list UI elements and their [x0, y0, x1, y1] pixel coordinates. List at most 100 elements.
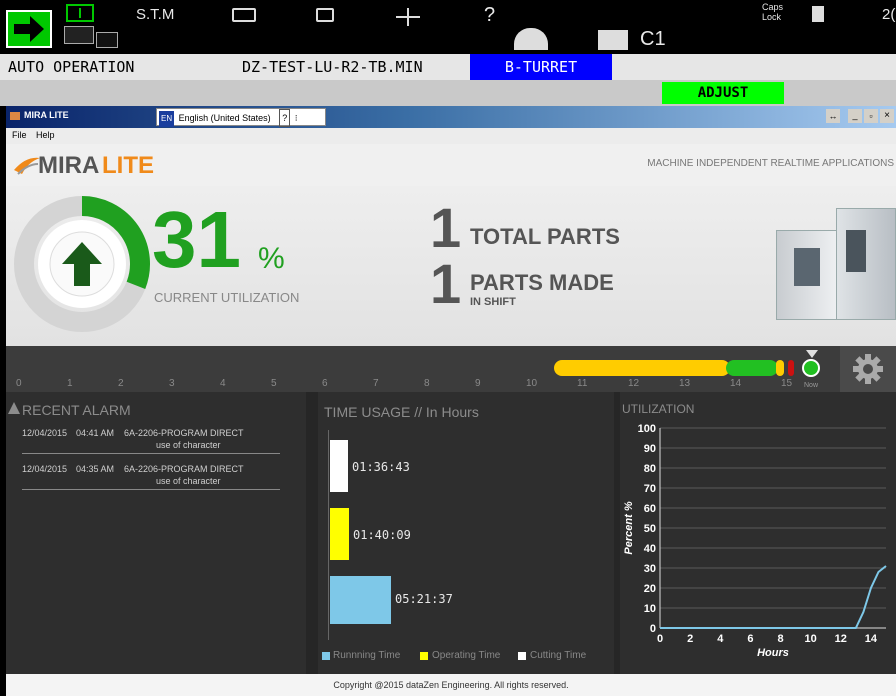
alarm-code: 6A-2206-PROGRAM DIRECT — [124, 428, 244, 438]
adjust-badge[interactable]: ADJUST — [662, 82, 784, 104]
footer: Copyright @2015 dataZen Engineering. All… — [6, 674, 896, 696]
y-tick-label: 10 — [644, 603, 656, 615]
language-name: English (United States) — [178, 113, 271, 123]
x-tick-label: 4 — [717, 633, 724, 645]
y-tick-label: 0 — [650, 623, 656, 635]
coolant-icon — [96, 32, 118, 48]
alarm-title: RECENT ALARM — [22, 402, 131, 418]
y-tick-label: 40 — [644, 543, 656, 555]
y-tick-label: 100 — [638, 423, 656, 435]
y-tick-label: 60 — [644, 503, 656, 515]
time-usage-bar — [330, 440, 348, 492]
language-code-icon: EN — [159, 111, 175, 127]
timeline-tick: 2 — [118, 378, 124, 389]
time-usage-value: 05:21:37 — [395, 592, 453, 606]
app-title-bar: MIRA LITE EN English (United States) ? ⁝… — [6, 106, 896, 128]
legend-cutting-label: Cutting Time — [530, 650, 587, 661]
help-icon[interactable]: ? — [279, 109, 291, 127]
time-usage-axis — [328, 430, 329, 640]
timeline-tick: 10 — [526, 378, 538, 389]
timeline-tick: 5 — [271, 378, 277, 389]
time-usage-panel: TIME USAGE // In Hours 01:36:43 01:40:09 0… — [318, 392, 614, 674]
app-header: MIRA LITE MACHINE INDEPENDENT REALTIME A… — [6, 144, 896, 186]
adjust-label: ADJUST — [697, 85, 749, 101]
timeline-now-marker[interactable] — [802, 359, 820, 377]
legend-operating-swatch — [420, 652, 428, 660]
alarm-detail: use of character — [156, 440, 221, 450]
timeline-red-segment — [788, 360, 794, 376]
total-parts-value: 1 — [430, 196, 462, 259]
timeline-tick: 14 — [730, 378, 742, 389]
timeline-tick: 9 — [475, 378, 481, 389]
menu-help[interactable]: Help — [36, 130, 55, 140]
y-tick-label: 50 — [644, 523, 656, 535]
timeline-tick: 1 — [67, 378, 73, 389]
turret-label: B-TURRET — [504, 58, 578, 76]
time-usage-legend: Runnning Time Operating Time Cutting Tim… — [322, 650, 612, 664]
y-tick-label: 20 — [644, 583, 656, 595]
legend-operating-label: Operating Time — [432, 650, 501, 661]
tool-icon — [316, 8, 334, 22]
now-pointer-icon — [806, 350, 818, 358]
logo-mira: MIRA — [38, 152, 100, 179]
c-axis-icon — [598, 30, 628, 50]
caps-lock-label: Caps Lock — [762, 2, 784, 22]
alarm-detail: use of character — [156, 476, 221, 486]
spindle-icon — [232, 8, 256, 22]
restore-size-icon[interactable]: ↔ — [826, 109, 840, 123]
timeline-tick: 11 — [577, 378, 588, 389]
mode-single-block-icon[interactable] — [66, 4, 94, 22]
timeline-tick: 12 — [628, 378, 640, 389]
legend-cutting-swatch — [518, 652, 526, 660]
close-icon[interactable]: × — [880, 109, 894, 123]
language-selector[interactable]: EN English (United States) ? ⁝ — [156, 108, 326, 127]
stm-label: S.T.M — [136, 6, 175, 23]
settings-button[interactable] — [840, 346, 896, 392]
menu-file[interactable]: File — [12, 130, 27, 140]
alarm-row[interactable]: 12/04/2015 04:35 AM 6A-2206-PROGRAM DIRE… — [22, 462, 280, 490]
warning-icon — [8, 402, 20, 414]
utilization-label: CURRENT UTILIZATION — [154, 290, 300, 305]
now-label: Now — [804, 382, 819, 389]
operation-mode: AUTO OPERATION — [8, 58, 135, 76]
timeline-tick: 7 — [373, 378, 379, 389]
alarm-date: 12/04/2015 — [22, 464, 68, 474]
timeline-tick: 15 — [781, 378, 793, 389]
timeline-green-segment — [726, 360, 778, 376]
alarm-row[interactable]: 12/04/2015 04:41 AM 6A-2206-PROGRAM DIRE… — [22, 426, 280, 454]
utilization-chart: 0 10 20 30 40 50 60 70 80 90 100 0 2 4 6 8 10 12 14 Hours Pe… — [623, 423, 887, 659]
cycle-start-arrow-icon[interactable] — [6, 10, 52, 48]
machine-image — [776, 204, 896, 324]
minimize-icon[interactable]: _ — [848, 109, 862, 123]
feed-icon — [64, 26, 94, 44]
clock-fragment: 2( — [882, 6, 896, 23]
time-usage-value: 01:36:43 — [352, 460, 410, 474]
alarm-time: 04:35 AM — [76, 464, 115, 474]
shift-timeline: 0 1 2 3 4 5 6 7 8 9 10 11 12 13 14 15 Now — [6, 346, 896, 392]
language-dropdown-icon[interactable]: ⁝ — [295, 110, 298, 126]
cnc-status-bar: S.T.M ? C1 Caps Lock 2( — [0, 0, 896, 54]
time-usage-bar — [330, 508, 349, 560]
timeline-tick: 0 — [16, 378, 22, 389]
axis-cross-icon — [396, 8, 420, 26]
total-parts-label: TOTAL PARTS — [470, 224, 620, 249]
utilization-panel: UTILIZATION 0 10 20 30 40 50 60 70 80 90 100 0 2 4 6 8 1… — [620, 392, 896, 674]
hero-summary: 31 % CURRENT UTILIZATION 1 TOTAL PARTS 1… — [6, 186, 896, 346]
maximize-icon[interactable]: ▫ — [864, 109, 878, 123]
time-usage-value: 01:40:09 — [353, 528, 411, 542]
timeline-tick: 13 — [679, 378, 691, 389]
turret-badge[interactable]: B-TURRET — [470, 54, 612, 80]
x-tick-label: 0 — [657, 633, 663, 645]
time-usage-title: TIME USAGE // In Hours — [324, 404, 479, 420]
legend-running-label: Runnning Time — [333, 650, 401, 661]
detail-panels: RECENT ALARM 12/04/2015 04:41 AM 6A-2206… — [6, 392, 896, 674]
alarm-date: 12/04/2015 — [22, 428, 68, 438]
y-tick-label: 30 — [644, 563, 656, 575]
x-tick-label: 10 — [805, 633, 817, 645]
legend-running-swatch — [322, 652, 330, 660]
y-tick-label: 90 — [644, 443, 656, 455]
parts-made-label: PARTS MADE — [470, 270, 614, 295]
utilization-chart-title: UTILIZATION — [622, 402, 695, 416]
cnc-mode-bar: AUTO OPERATION DZ-TEST-LU-R2-TB.MIN B-TU… — [0, 54, 896, 80]
time-usage-bar — [330, 576, 391, 624]
